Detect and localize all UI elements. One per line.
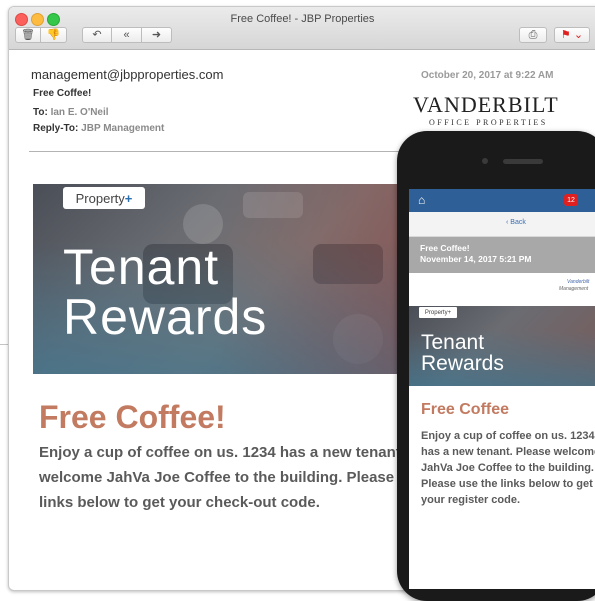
phone-headline: Free Coffee (421, 401, 510, 418)
vanderbilt-logo: VANDERBILT (413, 92, 559, 117)
hero-title-line1: Tenant (63, 239, 220, 295)
reply-button[interactable]: ↶ (82, 27, 112, 43)
printer-icon: ⎙ (528, 28, 538, 41)
notification-badge[interactable]: 12 (564, 194, 578, 206)
reply-to-value[interactable]: JBP Management (81, 123, 164, 134)
trash-icon: 🗑 (21, 28, 35, 41)
reply-icon: ↶ (92, 28, 102, 41)
reply-to-label: Reply-To: (33, 123, 79, 134)
camera-icon (482, 158, 488, 164)
plus-icon: + (124, 190, 133, 206)
phone-back-bar (409, 212, 595, 237)
phone-hero-banner: Property+ Tenant Rewards (409, 306, 595, 386)
phone-hero-title-line1: Tenant (421, 331, 485, 354)
print-button[interactable]: ⎙ (519, 27, 547, 43)
phone-logo: Vanderbilt (567, 279, 590, 285)
delete-button[interactable]: 🗑 (15, 27, 41, 43)
home-icon[interactable]: ⌂ (418, 193, 425, 207)
sender-address: management@jbpproperties.com (31, 67, 224, 82)
to-label: To: (33, 107, 48, 118)
reply-all-icon: « (123, 28, 130, 41)
email-body-text: Enjoy a cup of coffee on us. 1234 has a … (39, 444, 457, 511)
phone-logo-subtitle: Management (559, 286, 589, 292)
email-headline: Free Coffee! (39, 399, 226, 435)
junk-button[interactable]: 👎 (41, 27, 67, 43)
badge-text: Property (75, 190, 125, 206)
to-line: To: Ian E. O'Neil (33, 107, 109, 118)
title-bar: Free Coffee! - JBP Properties 🗑 👎 ↶ « ➜ … (9, 7, 595, 50)
back-button[interactable]: ‹ Back (506, 219, 526, 226)
reply-to-line: Reply-To: JBP Management (33, 123, 164, 134)
property-plus-badge: Property+ (63, 187, 145, 209)
phone-screen: ⌂ 12 ‹ Back Free Coffee! November 14, 20… (409, 189, 595, 589)
flag-icon: ⚑ ⌄ (560, 28, 584, 41)
forward-icon: ➜ (151, 28, 162, 41)
phone-subject-date: November 14, 2017 5:21 PM (420, 254, 532, 264)
phone-subject-title: Free Coffee! (420, 243, 470, 253)
flag-button[interactable]: ⚑ ⌄ (554, 27, 590, 43)
thumbs-down-icon: 👎 (46, 28, 61, 41)
email-subject: Free Coffee! (33, 88, 92, 99)
phone-subject: Free Coffee! November 14, 2017 5:21 PM (420, 243, 532, 265)
reply-all-button[interactable]: « (112, 27, 142, 43)
phone-mockup: ⌂ 12 ‹ Back Free Coffee! November 14, 20… (397, 131, 595, 601)
hero-banner: Property + Tenant Rewards (33, 184, 407, 374)
to-value[interactable]: Ian E. O'Neil (51, 107, 109, 118)
phone-body-text: Enjoy a cup of coffee on us. 1234 has a … (421, 430, 595, 506)
speaker-icon (503, 159, 543, 164)
vanderbilt-logo-subtitle: OFFICE PROPERTIES (429, 118, 548, 127)
hero-title-line2: Rewards (63, 289, 268, 345)
phone-nav-bar: ⌂ 12 (409, 189, 595, 212)
header-divider (29, 151, 449, 152)
phone-hero-title-line2: Rewards (421, 352, 504, 375)
property-plus-badge: Property+ (419, 307, 457, 318)
forward-button[interactable]: ➜ (142, 27, 172, 43)
window-title: Free Coffee! - JBP Properties (230, 13, 375, 25)
email-date: October 20, 2017 at 9:22 AM (421, 70, 554, 81)
